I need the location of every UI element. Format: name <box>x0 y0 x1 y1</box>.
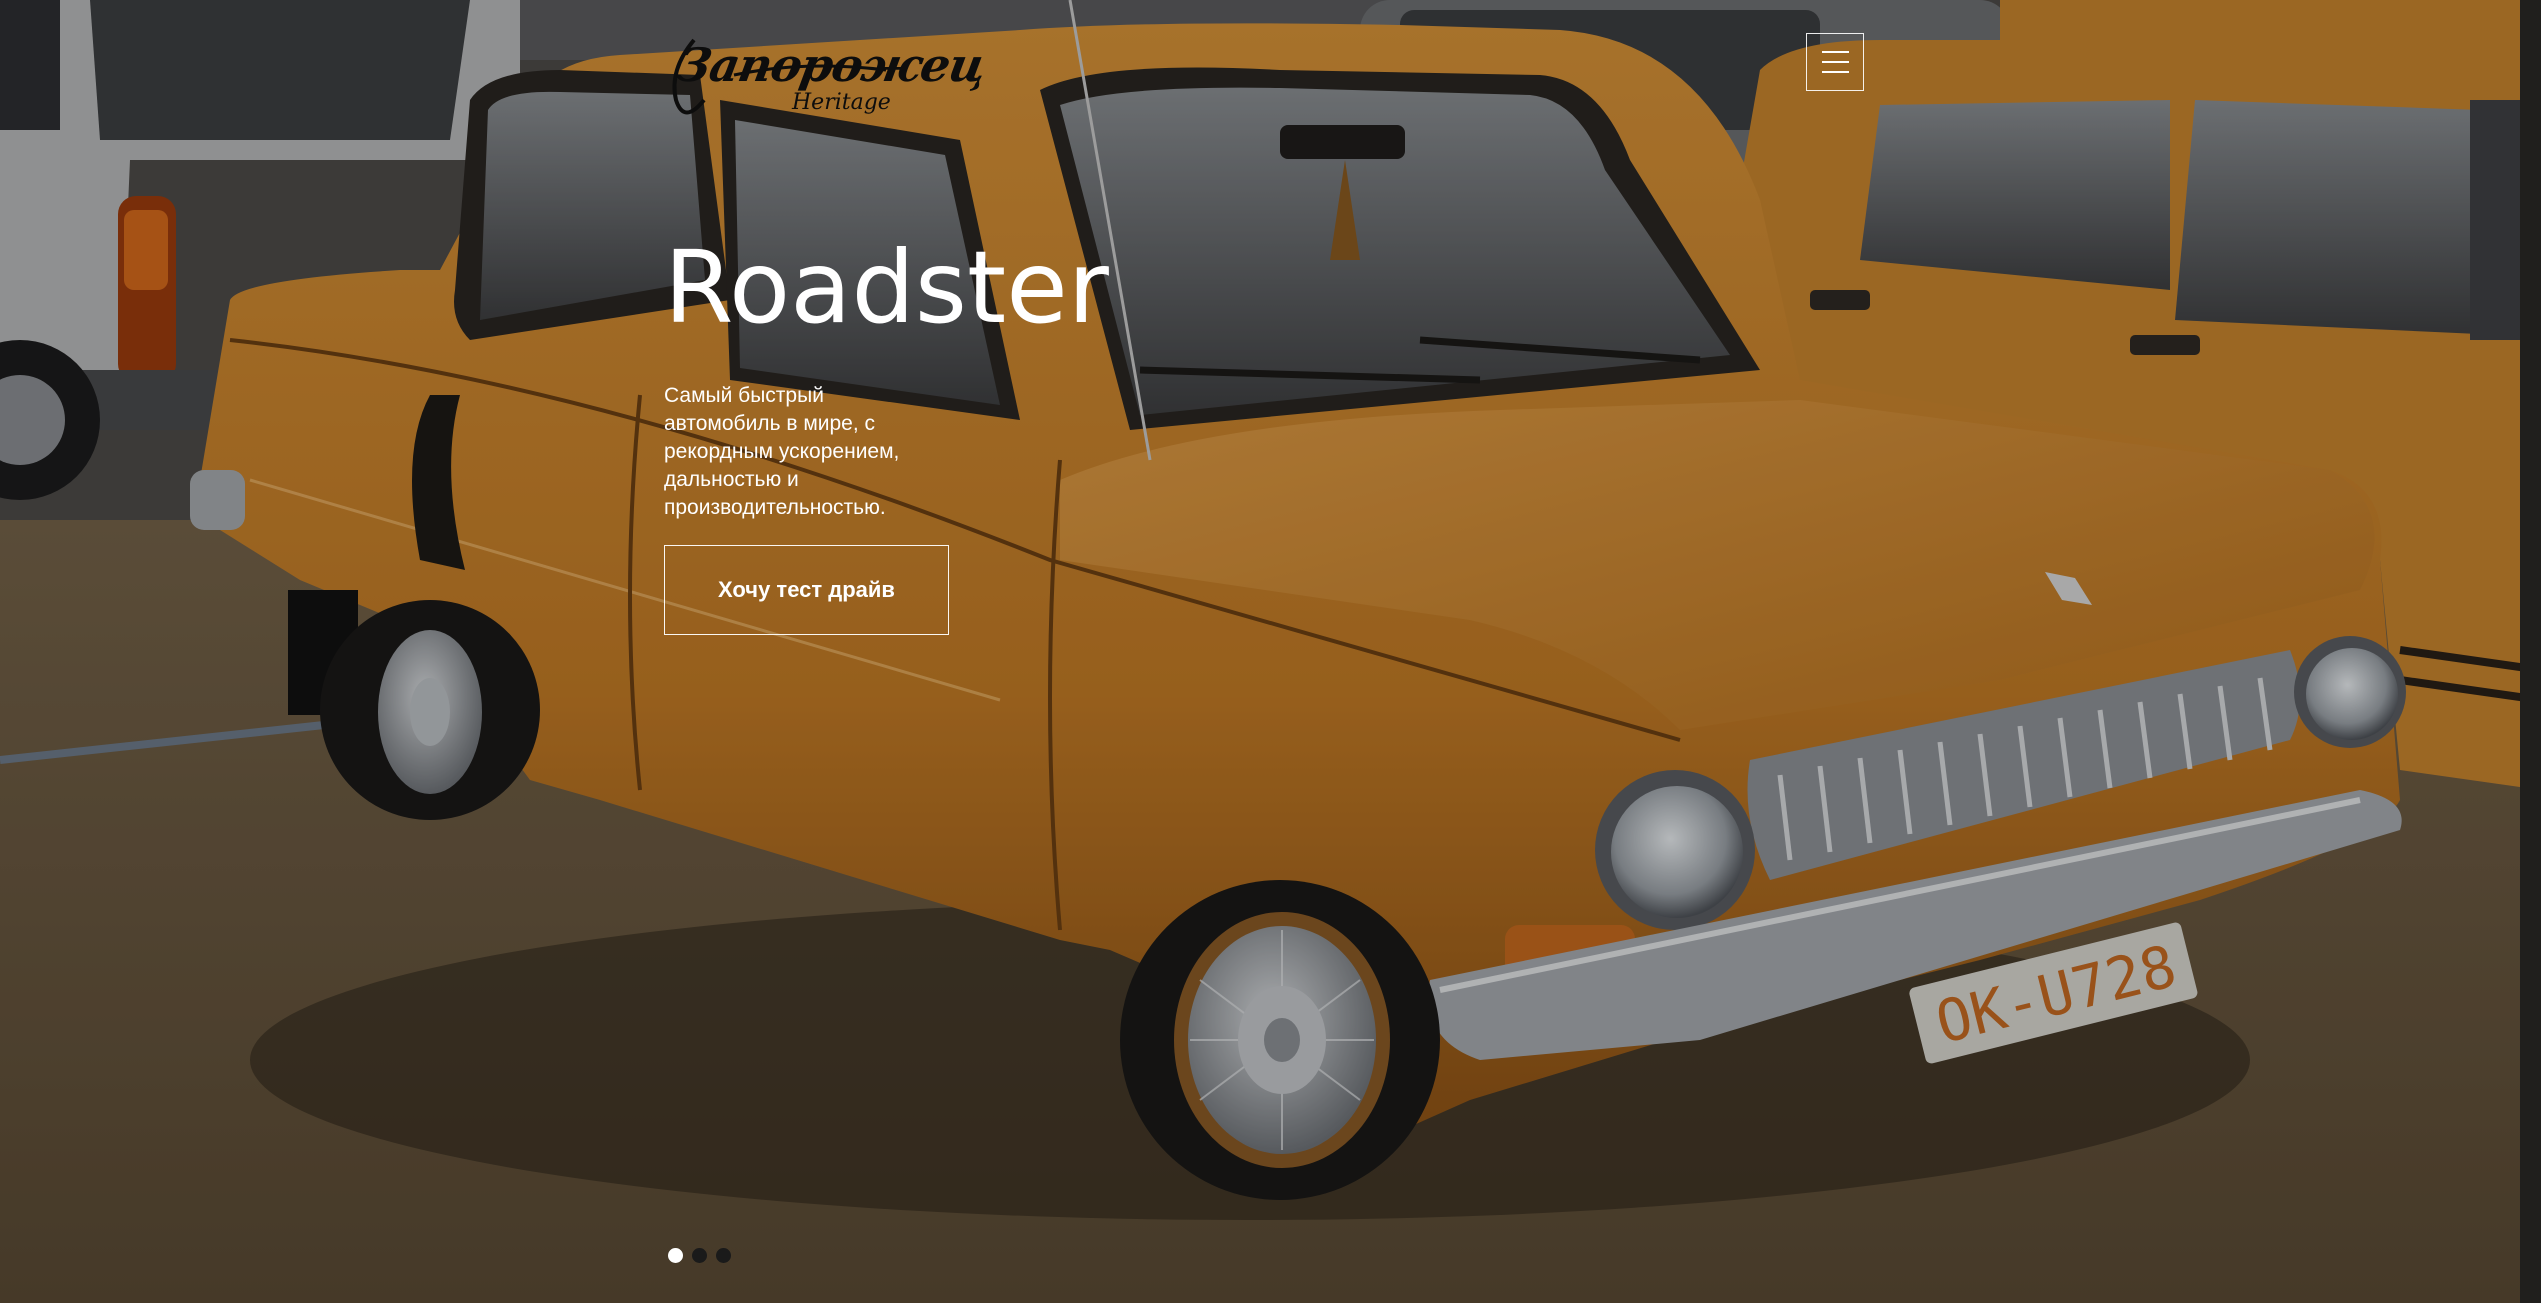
hero-slide: OK-U728 Запорожец Heritage Roadster Самы… <box>0 0 2541 1303</box>
brand-logo[interactable]: Запорожец Heritage <box>664 30 990 130</box>
hero-dark-overlay <box>0 0 2541 1303</box>
slider-dots <box>668 1248 731 1263</box>
hero-description: Самый быстрый автомобиль в мире, с рекор… <box>664 384 900 519</box>
slider-dot-2[interactable] <box>692 1248 707 1263</box>
test-drive-button[interactable]: Хочу тест драйв <box>664 545 949 635</box>
hamburger-menu-icon <box>1822 51 1849 53</box>
hero-title: Roadster <box>664 229 1109 346</box>
hamburger-menu-button[interactable] <box>1806 33 1864 91</box>
slider-dot-3[interactable] <box>716 1248 731 1263</box>
slider-dot-1[interactable] <box>668 1248 683 1263</box>
logo-sub-text: Heritage <box>792 90 891 115</box>
logo-main-text: Запорожец <box>673 38 990 92</box>
